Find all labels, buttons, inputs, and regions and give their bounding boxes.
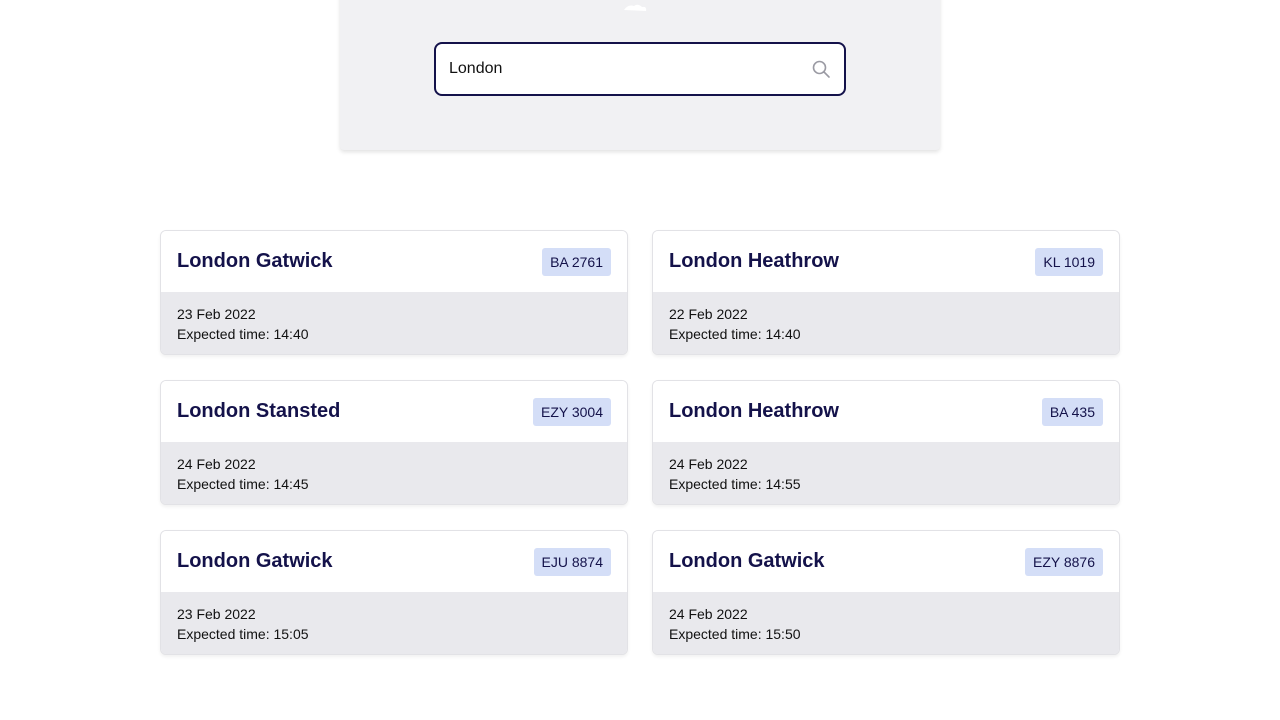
flight-number-badge: KL 1019	[1035, 247, 1103, 276]
flight-date: 24 Feb 2022	[669, 456, 748, 472]
flight-card-header: London Gatwick BA 2761	[161, 231, 627, 292]
flight-card[interactable]: London Gatwick BA 2761 23 Feb 2022 Expec…	[160, 230, 628, 355]
flight-card-header: London Stansted EZY 3004	[161, 381, 627, 442]
flight-card-details: 23 Feb 2022 Expected time: 14:40	[161, 292, 627, 354]
flight-card-details: 24 Feb 2022 Expected time: 14:45	[161, 442, 627, 504]
search-input[interactable]	[449, 44, 810, 94]
flight-card[interactable]: London Stansted EZY 3004 24 Feb 2022 Exp…	[160, 380, 628, 505]
flight-date: 24 Feb 2022	[177, 456, 256, 472]
flight-number-badge: BA 2761	[542, 247, 611, 276]
flight-card-details: 23 Feb 2022 Expected time: 15:05	[161, 592, 627, 654]
flight-card-details: 24 Feb 2022 Expected time: 14:55	[653, 442, 1119, 504]
flight-card[interactable]: London Gatwick EJU 8874 23 Feb 2022 Expe…	[160, 530, 628, 655]
flight-card[interactable]: London Gatwick EZY 8876 24 Feb 2022 Expe…	[652, 530, 1120, 655]
flight-card[interactable]: London Heathrow BA 435 24 Feb 2022 Expec…	[652, 380, 1120, 505]
search-field[interactable]	[434, 42, 846, 96]
flight-card-header: London Gatwick EZY 8876	[653, 531, 1119, 592]
expected-time: Expected time: 14:40	[669, 326, 801, 342]
airport-name: London Heathrow	[669, 250, 839, 272]
expected-time: Expected time: 15:50	[669, 626, 801, 642]
airport-name: London Gatwick	[669, 550, 825, 572]
airport-name: London Gatwick	[177, 250, 333, 272]
search-icon[interactable]	[810, 58, 832, 80]
flight-date: 23 Feb 2022	[177, 306, 256, 322]
flight-date: 23 Feb 2022	[177, 606, 256, 622]
flight-number-badge: EJU 8874	[533, 547, 611, 576]
flight-number-badge: EZY 8876	[1024, 547, 1103, 576]
expected-time: Expected time: 15:05	[177, 626, 309, 642]
airplane-illustration-icon	[620, 0, 710, 14]
expected-time: Expected time: 14:40	[177, 326, 309, 342]
flight-card-details: 22 Feb 2022 Expected time: 14:40	[653, 292, 1119, 354]
flight-card-header: London Heathrow KL 1019	[653, 231, 1119, 292]
airport-name: London Heathrow	[669, 400, 839, 422]
flight-card-header: London Gatwick EJU 8874	[161, 531, 627, 592]
flight-number-badge: EZY 3004	[532, 397, 611, 426]
flight-date: 22 Feb 2022	[669, 306, 748, 322]
flight-number-badge: BA 435	[1041, 397, 1103, 426]
airport-name: London Gatwick	[177, 550, 333, 572]
expected-time: Expected time: 14:45	[177, 476, 309, 492]
flight-card[interactable]: London Heathrow KL 1019 22 Feb 2022 Expe…	[652, 230, 1120, 355]
expected-time: Expected time: 14:55	[669, 476, 801, 492]
flight-date: 24 Feb 2022	[669, 606, 748, 622]
airport-name: London Stansted	[177, 400, 341, 422]
flight-card-details: 24 Feb 2022 Expected time: 15:50	[653, 592, 1119, 654]
search-panel	[340, 0, 940, 150]
flight-results-list: London Gatwick BA 2761 23 Feb 2022 Expec…	[160, 230, 1120, 655]
flight-card-header: London Heathrow BA 435	[653, 381, 1119, 442]
